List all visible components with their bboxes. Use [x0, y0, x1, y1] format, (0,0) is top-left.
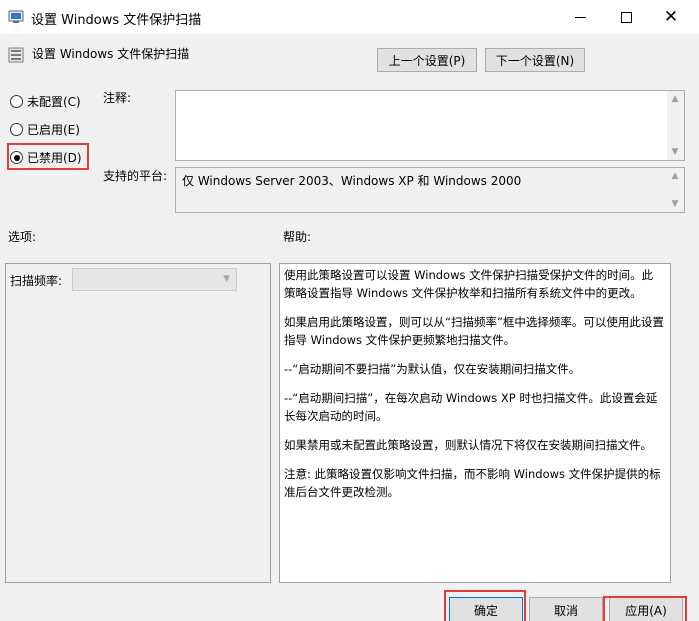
- radio-label: 已启用(E): [27, 123, 80, 137]
- scan-frequency-label: 扫描频率:: [10, 274, 63, 288]
- radio-not-configured[interactable]: 未配置(C): [10, 93, 81, 110]
- comment-textarea[interactable]: ▲ ▼: [175, 90, 685, 161]
- comment-scrollbar[interactable]: ▲ ▼: [667, 91, 684, 160]
- help-paragraph: --“启动期间扫描”，在每次启动 Windows XP 时也扫描文件。此设置会延…: [284, 391, 658, 423]
- title-bar: 设置 Windows 文件保护扫描 ✕: [0, 0, 699, 34]
- minimize-button[interactable]: [557, 0, 603, 34]
- radio-enabled[interactable]: 已启用(E): [10, 121, 80, 138]
- help-paragraph: 如果禁用或未配置此策略设置，则默认情况下将仅在安装期间扫描文件。: [284, 438, 652, 452]
- help-paragraph: 使用此策略设置可以设置 Windows 文件保护扫描受保护文件的时间。此策略设置…: [284, 268, 654, 300]
- help-paragraph: --“启动期间不要扫描”为默认值，仅在安装期间扫描文件。: [284, 362, 581, 376]
- platform-label: 支持的平台:: [103, 169, 168, 183]
- window-title: 设置 Windows 文件保护扫描: [31, 13, 202, 28]
- highlight-apply-button: [603, 596, 687, 621]
- setting-name: 设置 Windows 文件保护扫描: [32, 47, 190, 61]
- radio-button[interactable]: [10, 95, 23, 108]
- maximize-icon: [620, 11, 632, 23]
- maximize-button[interactable]: [603, 0, 649, 34]
- help-label: 帮助:: [283, 230, 312, 244]
- radio-label: 未配置(C): [27, 95, 81, 109]
- close-icon: ✕: [663, 6, 679, 27]
- scroll-up-icon[interactable]: ▲: [670, 171, 680, 181]
- platform-value: 仅 Windows Server 2003、Windows XP 和 Windo…: [182, 174, 522, 188]
- options-label: 选项:: [8, 230, 37, 244]
- platform-scrollbar[interactable]: ▲ ▼: [667, 168, 684, 212]
- previous-setting-button[interactable]: 上一个设置(P): [377, 48, 477, 72]
- scroll-down-icon[interactable]: ▼: [670, 147, 680, 157]
- comment-label: 注释:: [103, 91, 132, 105]
- scroll-up-icon[interactable]: ▲: [670, 94, 680, 104]
- close-button[interactable]: ✕: [648, 0, 694, 34]
- help-paragraph: 注意: 此策略设置仅影响文件扫描，而不影响 Windows 文件保护提供的标准后…: [284, 467, 661, 499]
- minimize-icon: [574, 16, 586, 18]
- highlight-ok-button: [444, 590, 526, 621]
- cancel-button[interactable]: 取消: [529, 597, 603, 621]
- help-panel: 使用此策略设置可以设置 Windows 文件保护扫描受保护文件的时间。此策略设置…: [279, 263, 671, 583]
- chevron-down-icon: ▼: [223, 274, 230, 284]
- platform-field: 仅 Windows Server 2003、Windows XP 和 Windo…: [175, 167, 685, 213]
- help-paragraph: 如果启用此策略设置，则可以从“扫描频率”框中选择频率。可以使用此设置指导 Win…: [284, 315, 664, 347]
- options-panel: [5, 263, 271, 583]
- radio-button[interactable]: [10, 123, 23, 136]
- policy-settings-icon: [8, 10, 24, 23]
- setting-icon: [8, 47, 24, 63]
- scan-frequency-dropdown[interactable]: ▼: [72, 268, 237, 291]
- highlight-disabled-option: [7, 143, 89, 170]
- scroll-down-icon[interactable]: ▼: [670, 199, 680, 209]
- next-setting-button[interactable]: 下一个设置(N): [485, 48, 585, 72]
